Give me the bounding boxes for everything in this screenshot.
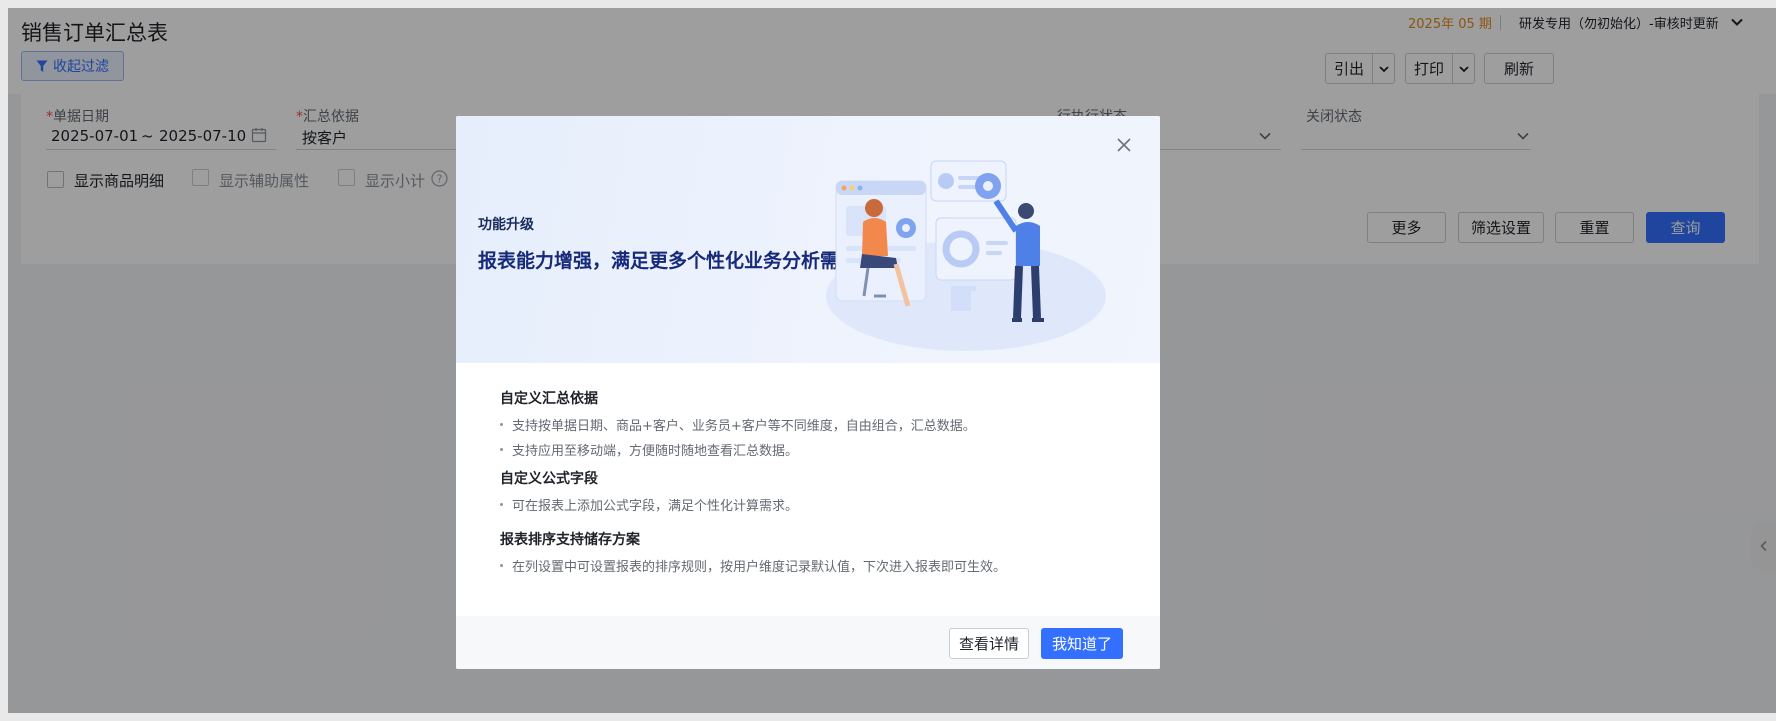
close-icon[interactable]: [1114, 135, 1134, 155]
section-sort-scheme: 报表排序支持储存方案 在列设置中可设置报表的排序规则，按用户维度记录默认值，下次…: [500, 529, 1120, 581]
banner-subtitle: 功能升级: [478, 217, 534, 233]
upgrade-illustration: [826, 160, 1106, 351]
banner-title: 报表能力增强，满足更多个性化业务分析需求: [478, 250, 859, 272]
section-title: 报表排序支持储存方案: [500, 532, 640, 548]
feature-upgrade-dialog: 功能升级 报表能力增强，满足更多个性化业务分析需求 自定义汇总依据 支持按单据日…: [456, 116, 1160, 669]
section-custom-formula: 自定义公式字段 可在报表上添加公式字段，满足个性化计算需求。: [500, 468, 1120, 520]
section-title: 自定义汇总依据: [500, 391, 598, 407]
section-item: 支持应用至移动端，方便随时随地查看汇总数据。: [500, 440, 1120, 459]
dialog-footer: 查看详情 我知道了: [456, 616, 1160, 669]
got-it-button[interactable]: 我知道了: [1041, 628, 1123, 659]
section-item: 在列设置中可设置报表的排序规则，按用户维度记录默认值，下次进入报表即可生效。: [500, 556, 1120, 575]
view-details-button[interactable]: 查看详情: [949, 628, 1029, 659]
section-item: 可在报表上添加公式字段，满足个性化计算需求。: [500, 495, 1120, 514]
section-item: 支持按单据日期、商品+客户、业务员+客户等不同维度，自由组合，汇总数据。: [500, 415, 1120, 434]
section-title: 自定义公式字段: [500, 471, 598, 487]
section-custom-grouping: 自定义汇总依据 支持按单据日期、商品+客户、业务员+客户等不同维度，自由组合，汇…: [500, 388, 1120, 465]
dialog-banner: 功能升级 报表能力增强，满足更多个性化业务分析需求: [456, 116, 1160, 363]
